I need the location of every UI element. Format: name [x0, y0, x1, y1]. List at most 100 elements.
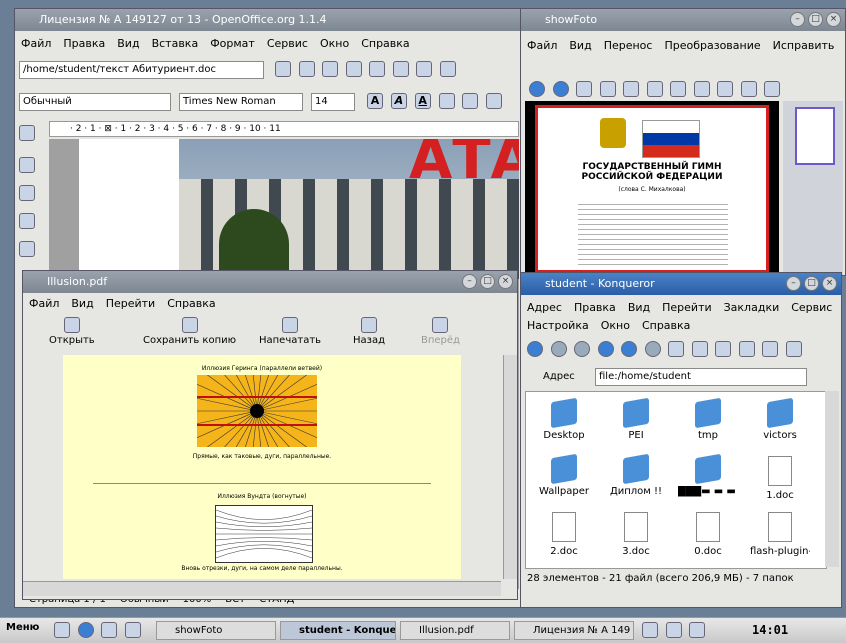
desktop-icon[interactable]	[54, 622, 70, 638]
writer-menu-item-3[interactable]: Вставка	[152, 37, 199, 50]
desktop-switch-icon[interactable]	[642, 622, 658, 638]
stop-icon[interactable]	[644, 341, 661, 357]
cut-icon[interactable]	[668, 341, 684, 357]
writer-menu-item-2[interactable]: Вид	[117, 37, 139, 50]
pdf-tool-3[interactable]: Назад	[353, 317, 385, 346]
task-illusion[interactable]: Illusion.pdf	[400, 621, 510, 640]
print-icon[interactable]	[738, 341, 755, 357]
forward-icon[interactable]	[550, 341, 567, 357]
minimize-icon[interactable]: –	[790, 12, 805, 27]
file-item[interactable]: Wallpaper	[534, 453, 594, 497]
konqueror-menu2-item-2[interactable]: Справка	[642, 319, 690, 332]
maximize-icon[interactable]: □	[480, 274, 495, 289]
print-icon[interactable]	[392, 61, 409, 77]
network-icon[interactable]	[665, 622, 682, 638]
file-item[interactable]: tmp	[678, 397, 738, 441]
cut-icon[interactable]	[416, 61, 432, 77]
showfoto-menu-item-0[interactable]: Файл	[527, 39, 557, 52]
zoom-in-icon[interactable]	[762, 341, 778, 357]
pdf-tool-0[interactable]: Открыть	[49, 317, 95, 346]
maximize-icon[interactable]: □	[804, 276, 819, 291]
pdf-menu-item-1[interactable]: Вид	[71, 297, 93, 310]
back-icon[interactable]	[529, 81, 545, 97]
start-button[interactable]: Меню	[6, 622, 39, 633]
bold-button[interactable]: A	[367, 93, 383, 109]
konqueror-menu2-item-0[interactable]: Настройка	[527, 319, 589, 332]
edit-icon[interactable]	[275, 61, 291, 77]
italic-button[interactable]: A	[390, 93, 407, 109]
file-item[interactable]: 0.doc	[678, 512, 738, 557]
size-select[interactable]: 14	[311, 93, 355, 111]
pdf-menu-item-0[interactable]: Файл	[29, 297, 59, 310]
writer-titlebar[interactable]: Лицензия № А 149127 от 13 - OpenOffice.o…	[15, 9, 523, 31]
file-item[interactable]: Диплом !!	[606, 453, 666, 497]
forward-icon[interactable]	[552, 81, 569, 97]
pdf-tool-1[interactable]: Сохранить копию	[143, 317, 236, 346]
file-item[interactable]: 3.doc	[606, 512, 666, 557]
file-view[interactable]: Desktop PEI tmp victors Wallpaper Диплом !! ██…	[525, 391, 827, 569]
writer-menu-item-1[interactable]: Правка	[63, 37, 105, 50]
settings-icon[interactable]	[101, 622, 117, 638]
pdf-menu-item-3[interactable]: Справка	[167, 297, 215, 310]
showfoto-menu-item-4[interactable]: Исправить	[773, 39, 835, 52]
mail-icon[interactable]	[345, 61, 362, 77]
field-icon[interactable]	[19, 157, 35, 173]
konqueror-menu-item-2[interactable]: Вид	[628, 301, 650, 314]
pdf-menu-item-2[interactable]: Перейти	[106, 297, 156, 310]
help-icon[interactable]	[124, 622, 141, 638]
browser-icon[interactable]	[77, 622, 94, 638]
home-icon[interactable]	[597, 341, 614, 357]
file-item[interactable]: 1.doc	[750, 456, 810, 501]
konqueror-menu-item-1[interactable]: Правка	[574, 301, 616, 314]
showfoto-menu-item-1[interactable]: Вид	[569, 39, 591, 52]
zoom-out-icon[interactable]	[693, 81, 710, 97]
maximize-icon[interactable]: □	[808, 12, 823, 27]
konqueror-menu2-item-1[interactable]: Окно	[601, 319, 630, 332]
address-field[interactable]: file:/home/student	[595, 368, 807, 386]
spell-icon[interactable]	[19, 213, 35, 229]
copy-icon[interactable]	[439, 61, 456, 77]
pdf-tool-2[interactable]: Напечатать	[259, 317, 321, 346]
task-konqueror[interactable]: student - Konqueror	[280, 621, 396, 640]
minimize-icon[interactable]: –	[786, 276, 801, 291]
writer-menu-item-6[interactable]: Окно	[320, 37, 349, 50]
draw-icon[interactable]	[19, 185, 35, 201]
writer-path-field[interactable]: /home/student/текст Абитуриент.doc	[19, 61, 264, 79]
writer-menu-item-7[interactable]: Справка	[361, 37, 409, 50]
minimize-icon[interactable]: –	[462, 274, 477, 289]
file-item[interactable]: ███▬ ▬ ▬ ▬ ▬ ▬ рО..	[678, 453, 738, 497]
font-select[interactable]: Times New Roman	[179, 93, 303, 111]
underline-button[interactable]: A	[414, 93, 431, 109]
paste-icon[interactable]	[715, 341, 731, 357]
file-item[interactable]: 2.doc	[534, 512, 594, 557]
file-item[interactable]: PEI	[606, 397, 666, 441]
writer-menu-item-4[interactable]: Формат	[210, 37, 255, 50]
task-showfoto[interactable]: showFoto	[156, 621, 276, 640]
zoom-out-icon[interactable]	[785, 341, 802, 357]
konqueror-vscrollbar[interactable]	[825, 391, 839, 567]
up-icon[interactable]	[574, 341, 590, 357]
undo-icon[interactable]	[646, 81, 663, 97]
showfoto-titlebar[interactable]: showFoto – □ ×	[521, 9, 845, 31]
close-icon[interactable]: ×	[822, 276, 837, 291]
konqueror-menu-item-4[interactable]: Закладки	[724, 301, 780, 314]
open-icon[interactable]	[298, 61, 315, 77]
writer-menu-item-0[interactable]: Файл	[21, 37, 51, 50]
zoom-in-icon[interactable]	[670, 81, 686, 97]
list-icon[interactable]	[19, 241, 35, 257]
reload-icon[interactable]	[621, 341, 637, 357]
fit-icon[interactable]	[717, 81, 733, 97]
image-canvas[interactable]: ГОСУДАРСТВЕННЫЙ ГИМН РОССИЙСКОЙ ФЕДЕРАЦИ…	[525, 101, 779, 275]
save-icon[interactable]	[322, 61, 338, 77]
writer-menu-item-5[interactable]: Сервис	[267, 37, 308, 50]
save-icon[interactable]	[599, 81, 616, 97]
open-icon[interactable]	[576, 81, 592, 97]
pdf-icon[interactable]	[369, 61, 385, 77]
align-left-icon[interactable]	[438, 93, 455, 109]
crop-icon[interactable]	[740, 81, 757, 97]
konqueror-menu-item-5[interactable]: Сервис	[791, 301, 832, 314]
style-select[interactable]: Обычный	[19, 93, 171, 111]
task-writer[interactable]: Лицензия № А 149	[514, 621, 634, 640]
pdf-vscrollbar[interactable]	[503, 355, 517, 579]
pdf-titlebar[interactable]: Illusion.pdf – □ ×	[23, 271, 517, 293]
